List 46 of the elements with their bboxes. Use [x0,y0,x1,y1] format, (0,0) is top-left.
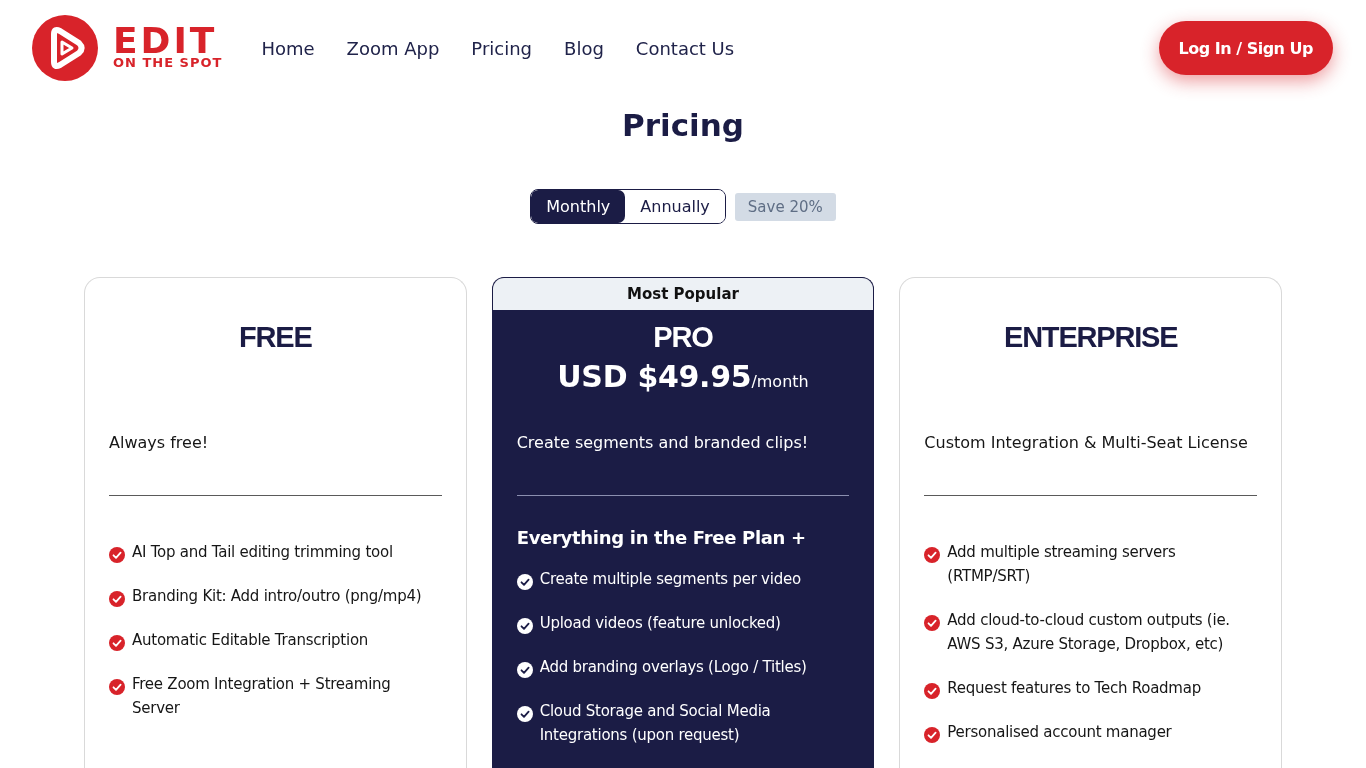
check-icon [924,683,941,699]
price-period: /month [751,372,809,391]
feature-text: Branding Kit: Add intro/outro (png/mp4) [132,586,422,607]
feature-text: Personalised account manager [947,722,1172,743]
page-title: Pricing [622,106,744,145]
check-icon [924,547,941,563]
plan-name: PRO [653,320,713,355]
check-icon [109,635,125,651]
plan-description: Custom Integration & Multi-Seat License [924,432,1249,454]
nav-link[interactable]: Contact Us [635,37,735,59]
check-icon [924,615,941,631]
check-icon [516,662,533,678]
nav-link[interactable]: Home [261,37,315,59]
feature-text: Add cloud-to-cloud custom outputs (ie. AWS S3, Azure Storage, Dropbox, etc) [947,610,1231,655]
plan-name: FREE [239,320,312,355]
logo-icon[interactable] [32,15,98,81]
feature-text: Automatic Editable Transcription [132,630,369,651]
feature-text: Add multiple streaming servers (RTMP/SRT) [947,542,1177,587]
plan-description: Create segments and branded clips! [516,432,810,454]
plan-description: Always free! [109,432,210,454]
feature-text: Free Zoom Integration + Streaming Server [132,674,392,719]
price-amount: USD $49.95 [557,358,752,396]
plan-name: ENTERPRISE [1004,320,1178,355]
feature-heading: Everything in the Free Plan + [516,526,807,550]
nav-link[interactable]: Blog [564,37,604,59]
popular-banner: Most Popular [492,278,874,310]
check-icon [924,727,941,743]
brand-name: EDIT [113,26,218,56]
check-icon [516,706,533,722]
feature-text: Request features to Tech Roadmap [947,678,1201,699]
feature-text: AI Top and Tail editing trimming tool [132,542,393,563]
nav-link[interactable]: Pricing [471,37,533,59]
check-icon [109,679,125,695]
login-button[interactable]: Log In / Sign Up [1158,21,1333,75]
billing-option[interactable]: Monthly [531,190,626,223]
check-icon [516,574,533,590]
feature-text: Upload videos (feature unlocked) [539,613,781,634]
check-icon [109,591,125,607]
check-icon [109,547,125,563]
nav-link[interactable]: Zoom App [346,37,440,59]
check-icon [516,618,533,634]
feature-text: Cloud Storage and Social Media Integrations (upon request) [539,701,772,746]
discount-badge: Save 20% [734,192,836,221]
brand-tagline: ON THE SPOT [113,56,223,70]
feature-text: Add branding overlays (Logo / Titles) [539,657,807,678]
feature-text: Create multiple segments per video [539,569,801,590]
